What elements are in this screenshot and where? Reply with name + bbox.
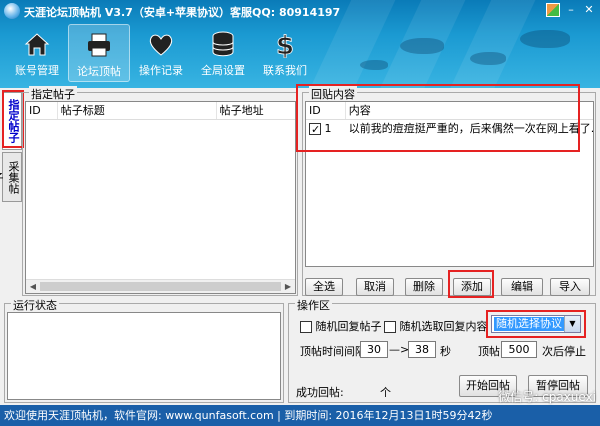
nav-contact-us[interactable]: $ 联系我们 xyxy=(254,24,316,82)
watermark: 微信号: cpaxuexi xyxy=(498,390,596,404)
fish-decoration xyxy=(520,30,570,48)
cancel-button[interactable]: 取消 xyxy=(356,278,394,296)
nav-operation-log[interactable]: 操作记录 xyxy=(130,24,192,82)
success-label: 成功回帖: xyxy=(296,386,344,399)
app-header: 天涯论坛顶帖机 V3.7（安卓+苹果协议）客服QQ: 80914197 – ✕ … xyxy=(0,0,600,88)
window-title: 天涯论坛顶帖机 V3.7（安卓+苹果协议）客服QQ: 80914197 xyxy=(24,6,341,19)
highlight-box xyxy=(448,270,494,298)
home-icon xyxy=(24,33,50,56)
nav-global-settings[interactable]: 全局设置 xyxy=(192,24,254,82)
minimize-button[interactable]: – xyxy=(564,3,578,17)
scroll-thumb[interactable] xyxy=(40,282,281,291)
run-status-legend: 运行状态 xyxy=(11,297,59,313)
status-bar: 欢迎使用天涯顶帖机，软件官网: www.qunfasoft.com | 到期时间… xyxy=(0,405,600,426)
posts-hscrollbar[interactable]: ◀ ▶ xyxy=(26,279,295,293)
printer-icon xyxy=(88,33,110,57)
seconds-label: 秒 xyxy=(440,345,451,358)
highlight-box xyxy=(2,90,24,148)
interval-to-input[interactable]: 38 xyxy=(408,341,436,358)
scroll-right-icon[interactable]: ▶ xyxy=(281,280,295,294)
app-logo-icon xyxy=(4,3,20,19)
random-reply-content-label: 随机选取回复内容 xyxy=(399,320,488,333)
dollar-icon: $ xyxy=(276,31,295,58)
posts-group: 指定帖子 ID 帖子标题 帖子地址 ◀ ▶ xyxy=(22,86,298,296)
run-status-group: 运行状态 xyxy=(4,297,284,403)
posts-legend: 指定帖子 xyxy=(29,86,77,102)
interval-label: 顶帖时间间隔 xyxy=(300,345,366,358)
edit-button[interactable]: 编辑 xyxy=(501,278,543,296)
run-status-log[interactable] xyxy=(7,312,281,400)
nav-forum-bump[interactable]: 论坛顶帖 xyxy=(68,24,130,82)
flag-icon[interactable] xyxy=(546,3,560,17)
scroll-left-icon[interactable]: ◀ xyxy=(26,280,40,294)
tab-collect-posts[interactable]: 采集帖子 xyxy=(0,152,22,202)
random-reply-content-checkbox[interactable] xyxy=(384,321,396,333)
nav-label: 全局设置 xyxy=(201,64,245,77)
heart-icon xyxy=(149,34,173,56)
posts-list[interactable]: ID 帖子标题 帖子地址 ◀ ▶ xyxy=(25,101,296,294)
close-button[interactable]: ✕ xyxy=(582,3,596,17)
nav-account[interactable]: 账号管理 xyxy=(6,24,68,82)
random-reply-post-label: 随机回复帖子 xyxy=(315,320,382,333)
import-button[interactable]: 导入 xyxy=(550,278,590,296)
highlight-box xyxy=(296,84,580,152)
stop-after-label: 次后停止 xyxy=(542,345,586,358)
nav-label: 账号管理 xyxy=(15,64,59,77)
posts-list-header: ID 帖子标题 帖子地址 xyxy=(26,102,295,120)
fish-decoration xyxy=(470,52,506,65)
interval-arrow: —> xyxy=(389,343,410,356)
interval-from-input[interactable]: 30 xyxy=(360,341,388,358)
ops-legend: 操作区 xyxy=(295,297,332,313)
window-controls: – ✕ xyxy=(546,3,596,17)
select-all-button[interactable]: 全选 xyxy=(305,278,343,296)
post-label: 顶帖 xyxy=(478,345,500,358)
nav-label: 联系我们 xyxy=(263,64,307,77)
highlight-box xyxy=(486,310,586,338)
nav-label: 论坛顶帖 xyxy=(77,65,121,78)
fish-decoration xyxy=(400,38,444,54)
database-icon xyxy=(212,31,234,57)
col-post-url[interactable]: 帖子地址 xyxy=(217,102,295,119)
random-reply-post-checkbox[interactable] xyxy=(300,321,312,333)
random-reply-post-option[interactable]: 随机回复帖子 xyxy=(300,318,382,334)
delete-button[interactable]: 删除 xyxy=(405,278,443,296)
success-unit: 个 xyxy=(380,386,391,399)
nav-label: 操作记录 xyxy=(139,64,183,77)
fish-decoration xyxy=(360,60,388,70)
col-post-title[interactable]: 帖子标题 xyxy=(58,102,217,119)
post-count-input[interactable]: 500 xyxy=(501,341,537,358)
svg-text:$: $ xyxy=(276,31,294,58)
random-reply-content-option[interactable]: 随机选取回复内容 xyxy=(384,318,488,334)
col-id[interactable]: ID xyxy=(26,102,58,119)
title-bar: 天涯论坛顶帖机 V3.7（安卓+苹果协议）客服QQ: 80914197 – ✕ xyxy=(0,0,600,22)
main-nav: 账号管理 论坛顶帖 操作记录 全局设置 $ 联系我们 xyxy=(6,24,316,82)
